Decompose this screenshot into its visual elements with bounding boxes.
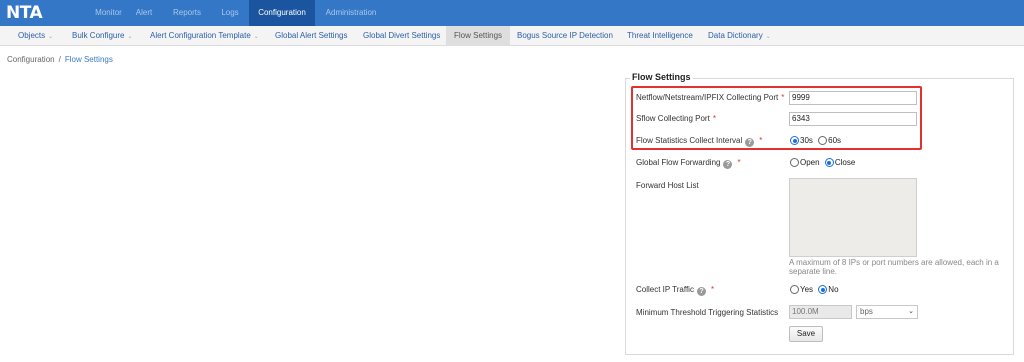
panel-legend: Flow Settings (630, 72, 693, 82)
breadcrumb-configuration[interactable]: Configuration (7, 55, 55, 64)
radio-open[interactable] (790, 158, 799, 167)
app-logo: NTA (6, 3, 43, 23)
topnav-alert[interactable]: Alert (129, 0, 159, 26)
chevron-down-icon: ⌄ (908, 308, 914, 315)
subnav-global-alert-settings[interactable]: Global Alert Settings (275, 26, 347, 46)
forward-host-list-label: Forward Host List (636, 181, 699, 190)
topnav-logs[interactable]: Logs (214, 0, 246, 26)
collect-ip-traffic-radio-group: Yes No (790, 285, 842, 294)
min-threshold-input: 100.0M (789, 305, 852, 319)
sflow-port-label: Sflow Collecting Port * (636, 114, 716, 123)
subnav-data-dictionary[interactable]: Data Dictionary ⌄ (708, 26, 771, 46)
forward-host-list-hint: A maximum of 8 IPs or port numbers are a… (789, 258, 999, 276)
subnav-bulk-configure[interactable]: Bulk Configure ⌄ (72, 26, 133, 46)
required-marker: * (737, 158, 741, 167)
breadcrumb-flow-settings: Flow Settings (64, 55, 113, 64)
radio-no[interactable] (818, 285, 828, 294)
radio-label-yes[interactable]: Yes (800, 285, 813, 294)
subnav-label: Bogus Source IP Detection (517, 31, 613, 40)
min-threshold-label: Minimum Threshold Triggering Statistics (636, 308, 779, 317)
help-icon[interactable]: ? (745, 138, 755, 147)
global-forwarding-radio-group: Open Close (790, 158, 858, 167)
topnav-administration[interactable]: Administration (318, 0, 384, 26)
label-text: Sflow Collecting Port (636, 114, 710, 123)
subnav-objects[interactable]: Objects ⌄ (18, 26, 53, 46)
forward-host-list-textarea[interactable] (789, 178, 917, 257)
subnav-label: Threat Intelligence (627, 31, 693, 40)
required-marker: * (710, 285, 715, 294)
breadcrumb: Configuration / Flow Settings (7, 55, 113, 64)
topnav-configuration[interactable]: Configuration (249, 0, 315, 26)
subnav-label: Data Dictionary (708, 31, 763, 40)
subnav-flow-settings[interactable]: Flow Settings (446, 26, 511, 46)
chevron-down-icon: ⌄ (765, 34, 771, 40)
subnav-bogus-source-ip-detection[interactable]: Bogus Source IP Detection (517, 26, 613, 46)
radio-label-30s[interactable]: 30s (800, 136, 813, 145)
label-text: Flow Statistics Collect Interval (636, 136, 743, 145)
label-text: Netflow/Netstream/IPFIX Collecting Port (636, 93, 779, 102)
sub-navigation-bar: Objects ⌄ Bulk Configure ⌄ Alert Configura… (0, 26, 1024, 46)
global-forwarding-label: Global Flow Forwarding? * (636, 158, 741, 169)
chevron-down-icon: ⌄ (48, 34, 54, 40)
netflow-port-label: Netflow/Netstream/IPFIX Collecting Port * (636, 93, 784, 102)
top-navigation-bar: NTA Monitor Alert Reports Logs Configura… (0, 0, 1024, 26)
radio-label-60s[interactable]: 60s (828, 136, 841, 145)
select-value: bps (860, 307, 873, 316)
required-marker: * (712, 114, 716, 123)
subnav-threat-intelligence[interactable]: Threat Intelligence (627, 26, 693, 46)
collect-ip-traffic-label: Collect IP Traffic? * (636, 285, 714, 296)
collect-interval-radio-group: 30s 60s (790, 136, 844, 145)
radio-30s[interactable] (790, 136, 799, 145)
help-icon[interactable]: ? (696, 287, 706, 296)
subnav-label: Bulk Configure (72, 31, 125, 40)
netflow-port-input[interactable]: 9999 (789, 91, 917, 105)
radio-60s[interactable] (818, 136, 828, 145)
collect-interval-label: Flow Statistics Collect Interval? * (636, 136, 762, 147)
required-marker: * (781, 93, 785, 102)
min-threshold-unit-select[interactable]: bps ⌄ (856, 305, 918, 319)
radio-yes[interactable] (790, 285, 799, 294)
radio-label-close[interactable]: Close (835, 158, 855, 167)
chevron-down-icon: ⌄ (127, 34, 133, 40)
subnav-label: Flow Settings (454, 31, 503, 40)
subnav-label: Alert Configuration Template (150, 31, 251, 40)
label-text: Global Flow Forwarding (636, 158, 721, 167)
subnav-global-divert-settings[interactable]: Global Divert Settings (363, 26, 440, 46)
label-text: Collect IP Traffic (636, 285, 694, 294)
help-icon[interactable]: ? (723, 160, 733, 169)
subnav-alert-configuration-template[interactable]: Alert Configuration Template ⌄ (150, 26, 259, 46)
sflow-port-input[interactable]: 6343 (789, 112, 917, 126)
subnav-label: Objects (18, 31, 46, 40)
chevron-down-icon: ⌄ (253, 34, 259, 40)
topnav-reports[interactable]: Reports (165, 0, 209, 26)
required-marker: * (759, 136, 763, 145)
radio-label-open[interactable]: Open (800, 158, 820, 167)
radio-close[interactable] (824, 158, 834, 167)
radio-label-no[interactable]: No (828, 285, 838, 294)
subnav-label: Global Divert Settings (363, 31, 441, 40)
subnav-label: Global Alert Settings (275, 31, 348, 40)
save-button[interactable]: Save (789, 326, 823, 342)
breadcrumb-separator: / (58, 55, 61, 64)
